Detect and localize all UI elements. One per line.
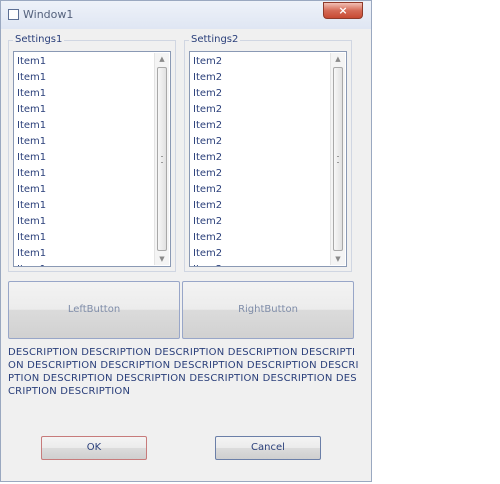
window-title: Window1 [23,8,74,21]
list-item[interactable]: Item1 [17,134,152,150]
list-item[interactable]: Item2 [193,246,328,262]
list-item[interactable]: Item1 [17,198,152,214]
settings1-listbox[interactable]: Item1 Item1 Item1 Item1 Item1 Item1 Item1 Item1… [13,51,171,267]
list-item[interactable]: Item1 [17,150,152,166]
settings2-scrollbar[interactable]: ▲ ▼ [330,53,345,265]
list-item[interactable]: Item1 [17,70,152,86]
scroll-up-arrow-icon[interactable]: ▲ [331,53,345,65]
list-item[interactable]: Item1 [17,86,152,102]
scroll-grip-icon [161,156,163,163]
ok-button[interactable]: OK [41,436,147,460]
list-item[interactable]: Item2 [193,54,328,70]
settings2-listbox[interactable]: Item2 Item2 Item2 Item2 Item2 Item2 Item2 Item2… [189,51,347,267]
list-item[interactable]: Item2 [193,70,328,86]
list-item[interactable]: Item2 [193,150,328,166]
settings2-items: Item2 Item2 Item2 Item2 Item2 Item2 Item2 Item2… [193,54,328,266]
list-item[interactable]: Item2 [193,102,328,118]
cancel-button[interactable]: Cancel [215,436,321,460]
list-item[interactable]: Item2 [193,262,328,266]
list-item[interactable]: Item1 [17,230,152,246]
list-item[interactable]: Item1 [17,182,152,198]
settings1-legend: Settings1 [13,34,65,45]
scroll-thumb[interactable] [333,67,343,251]
list-item[interactable]: Item1 [17,54,152,70]
description-text: DESCRIPTION DESCRIPTION DESCRIPTION DESC… [8,347,359,397]
scroll-down-arrow-icon[interactable]: ▼ [155,253,169,265]
settings2-group: Settings2 Item2 Item2 Item2 Item2 Item2 Item2… [184,34,352,272]
list-item[interactable]: Item2 [193,86,328,102]
list-item[interactable]: Item2 [193,134,328,150]
left-button[interactable]: LeftButton [8,281,180,339]
scroll-up-arrow-icon[interactable]: ▲ [155,53,169,65]
close-icon: × [338,4,348,17]
list-item[interactable]: Item2 [193,182,328,198]
list-item[interactable]: Item1 [17,214,152,230]
list-item[interactable]: Item2 [193,198,328,214]
list-item[interactable]: Item2 [193,230,328,246]
scroll-grip-icon [337,156,339,163]
settings2-legend: Settings2 [189,34,241,45]
dialog-client-area: Settings1 Item1 Item1 Item1 Item1 Item1 Item1… [8,30,364,472]
list-item[interactable]: Item1 [17,102,152,118]
list-item[interactable]: Item1 [17,166,152,182]
settings1-group: Settings1 Item1 Item1 Item1 Item1 Item1 Item1… [8,34,176,272]
list-item[interactable]: Item2 [193,118,328,134]
scroll-thumb[interactable] [157,67,167,251]
title-bar[interactable]: Window1 × [1,1,371,29]
close-button[interactable]: × [323,2,363,19]
scroll-down-arrow-icon[interactable]: ▼ [331,253,345,265]
dialog-window: Window1 × Settings1 Item1 Item1 Item1 Item1… [0,0,372,482]
list-item[interactable]: Item2 [193,166,328,182]
list-item[interactable]: Item1 [17,118,152,134]
window-app-icon [8,9,19,20]
right-button[interactable]: RightButton [182,281,354,339]
settings1-items: Item1 Item1 Item1 Item1 Item1 Item1 Item1 Item1… [17,54,152,266]
settings1-scrollbar[interactable]: ▲ ▼ [154,53,169,265]
list-item[interactable]: Item2 [193,214,328,230]
list-item[interactable]: Item1 [17,246,152,262]
list-item[interactable]: Item1 [17,262,152,266]
